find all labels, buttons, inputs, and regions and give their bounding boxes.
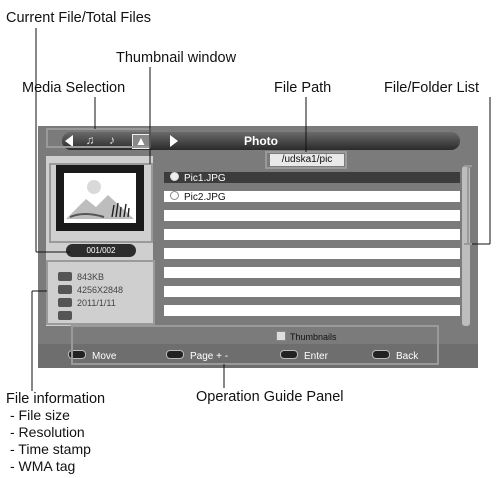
size-icon — [58, 272, 72, 281]
file-name: Pic1.JPG — [184, 173, 226, 184]
info-item-resolution: - Resolution — [10, 424, 85, 440]
screen-title: Photo — [244, 134, 278, 148]
list-item-empty — [164, 305, 460, 316]
thumbnails-swatch-icon — [276, 331, 286, 341]
left-panel: 001/002 843KB 4256X2848 2011/1/11 — [46, 156, 153, 326]
list-item-empty — [164, 210, 460, 221]
info-item-file-size: - File size — [10, 407, 70, 423]
resolution-icon — [58, 285, 72, 294]
guide-page: Page + - — [166, 350, 228, 363]
info-date-value: 2011/1/11 — [77, 298, 116, 308]
date-icon — [58, 298, 72, 307]
photo-browser-screen: ♫ ♪ ▲ Photo 001/002 843KB 4256X2848 2011… — [38, 126, 478, 368]
list-item[interactable]: Pic2.JPG — [164, 191, 460, 204]
enter-key-icon — [280, 350, 298, 359]
list-item-empty — [164, 229, 460, 240]
file-path: /udska1/pic — [270, 154, 344, 166]
file-counter: 001/002 — [66, 244, 136, 257]
label-file-information: File information — [6, 391, 106, 407]
label-media-selection: Media Selection — [22, 80, 126, 96]
camera-icon — [170, 191, 179, 200]
file-name: Pic2.JPG — [184, 192, 226, 203]
thumbnails-label: Thumbnails — [290, 332, 337, 342]
label-current-total: Current File/Total Files — [6, 10, 152, 26]
file-info-box: 843KB 4256X2848 2011/1/11 — [54, 268, 147, 324]
guide-back-label: Back — [396, 351, 419, 362]
info-size: 843KB — [58, 272, 104, 283]
info-size-value: 843KB — [77, 272, 105, 282]
info-resolution: 4256X2848 — [58, 285, 123, 296]
list-item[interactable]: Pic1.JPG — [164, 172, 460, 185]
label-file-folder-list: File/Folder List — [384, 80, 480, 96]
info-item-wma-tag: - WMA tag — [10, 458, 76, 474]
info-item-time-stamp: - Time stamp — [10, 441, 91, 457]
guide-move: Move — [68, 350, 116, 363]
scrollbar[interactable] — [462, 166, 470, 326]
label-file-path: File Path — [274, 80, 332, 96]
tag-icon — [58, 311, 72, 320]
info-tag — [58, 311, 77, 322]
guide-back: Back — [372, 350, 418, 363]
info-date: 2011/1/11 — [58, 298, 116, 309]
guide-enter-label: Enter — [304, 351, 328, 362]
list-item-empty — [164, 286, 460, 297]
operation-guide-panel: Move Page + - Enter Back — [38, 344, 478, 368]
label-operation-guide: Operation Guide Panel — [196, 389, 344, 405]
camera-icon — [170, 172, 179, 181]
file-folder-list: Pic1.JPG Pic2.JPG — [164, 172, 460, 326]
label-thumbnail-window: Thumbnail window — [116, 50, 237, 66]
thumbnail-window — [56, 165, 144, 231]
guide-enter: Enter — [280, 350, 328, 363]
move-key-icon — [68, 350, 86, 359]
list-item-label: Pic2.JPG — [170, 191, 226, 204]
top-bar: ♫ ♪ ▲ Photo — [62, 132, 460, 150]
list-item-label: Pic1.JPG — [170, 172, 226, 185]
info-resolution-value: 4256X2848 — [77, 285, 124, 295]
list-item-empty — [164, 267, 460, 278]
back-key-icon — [372, 350, 390, 359]
page-key-icon — [166, 350, 184, 359]
thumbnails-toggle[interactable]: Thumbnails — [276, 331, 337, 343]
landscape-icon — [66, 180, 134, 219]
list-item-empty — [164, 248, 460, 259]
thumbnail-image — [64, 173, 136, 223]
guide-page-label: Page + - — [190, 351, 229, 362]
guide-move-label: Move — [92, 351, 117, 362]
